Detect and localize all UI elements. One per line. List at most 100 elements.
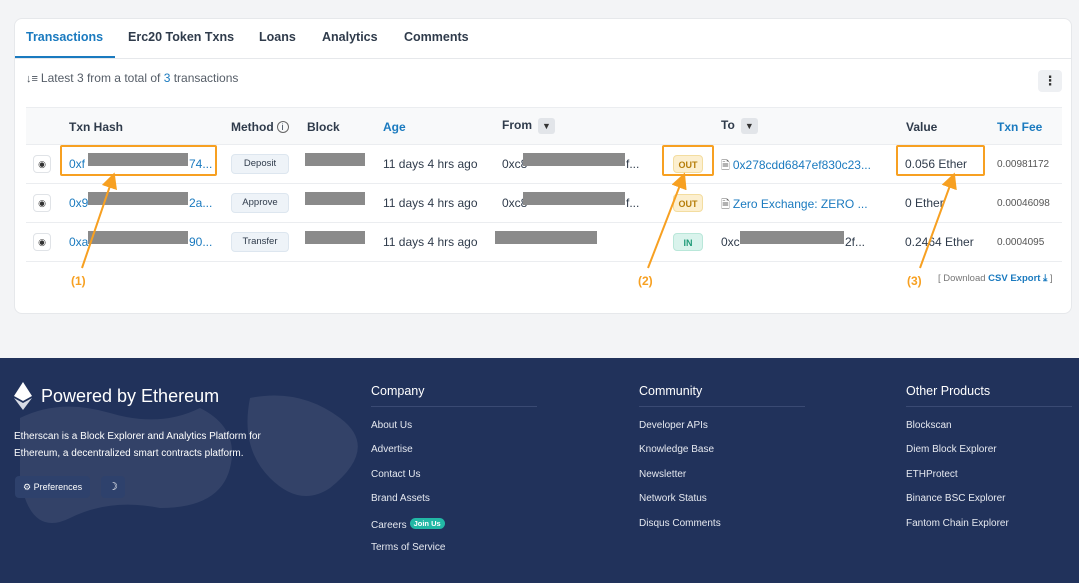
footer-link-developer-apis[interactable]: Developer APIs: [639, 420, 708, 431]
redacted-to: [740, 231, 844, 244]
from-end[interactable]: f...: [626, 157, 639, 171]
highlight-box-value: [896, 145, 985, 176]
from-end[interactable]: f...: [626, 196, 639, 210]
footer-community-title: Community: [639, 384, 703, 398]
csv-export-link[interactable]: CSV Export: [988, 273, 1040, 284]
join-us-badge: Join Us: [409, 518, 445, 529]
column-to: To ▼: [721, 118, 758, 134]
tab-analytics[interactable]: Analytics: [322, 30, 378, 44]
value-amount: 0.2464 Ether: [905, 235, 974, 249]
table-header: Txn Hash Method i Block Age From ▼ To ▼ Val…: [26, 107, 1062, 145]
summary-middle: from a total of: [83, 71, 164, 85]
filter-icon[interactable]: ▼: [740, 118, 758, 134]
callout-label-3: (3): [907, 274, 922, 288]
summary-suffix: transactions: [170, 71, 239, 85]
download-suffix: ]: [1047, 273, 1053, 284]
to-address[interactable]: 🗎 0x278cdd6847ef830c23...: [721, 157, 871, 176]
info-icon[interactable]: i: [276, 121, 289, 133]
txn-hash-start[interactable]: 0xa: [69, 235, 88, 249]
tab-erc20-token-txns[interactable]: Erc20 Token Txns: [128, 30, 234, 44]
column-age[interactable]: Age: [383, 120, 406, 134]
sort-icon: ↓≡: [26, 73, 38, 85]
redacted-hash: [88, 192, 188, 205]
redacted-block: [305, 231, 365, 244]
footer-link-terms-of-service[interactable]: Terms of Service: [371, 542, 445, 553]
direction-badge: IN: [673, 233, 703, 251]
footer-link-fantom-chain-explorer[interactable]: Fantom Chain Explorer: [906, 518, 1009, 529]
to-address[interactable]: 🗎 Zero Exchange: ZERO ...: [721, 196, 868, 215]
tab-bar: Transactions Erc20 Token Txns Loans Anal…: [15, 19, 1071, 59]
footer-divider: [639, 406, 805, 407]
to-address-end[interactable]: 2f...: [845, 235, 865, 249]
eye-icon[interactable]: ◉: [33, 233, 51, 251]
txn-fee-value: 0.00046098: [997, 198, 1050, 209]
download-csv: [ Download CSV Export ⤓ ]: [938, 273, 1053, 284]
redacted-hash: [88, 231, 188, 244]
column-block: Block: [307, 120, 340, 134]
transaction-summary: ↓≡ Latest 3 from a total of 3 transaction…: [26, 71, 238, 85]
redacted-from: [495, 231, 597, 244]
footer-link-knowledge-base[interactable]: Knowledge Base: [639, 444, 714, 455]
footer-products-title: Other Products: [906, 384, 991, 398]
site-footer: Powered by Ethereum Etherscan is a Block…: [0, 358, 1079, 583]
method-badge: Transfer: [231, 232, 289, 252]
to-address-text: 0x278cdd6847ef830c23...: [732, 158, 871, 172]
tab-comments[interactable]: Comments: [404, 30, 469, 44]
footer-link-contact-us[interactable]: Contact Us: [371, 469, 420, 480]
tab-loans[interactable]: Loans: [259, 30, 296, 44]
footer-link-about-us[interactable]: About Us: [371, 420, 412, 431]
footer-link-ethprotect[interactable]: ETHProtect: [906, 469, 958, 480]
column-value: Value: [906, 120, 938, 134]
callout-label-2: (2): [638, 274, 653, 288]
footer-link-disqus-comments[interactable]: Disqus Comments: [639, 518, 721, 529]
footer-link-careers[interactable]: Careers Join Us: [371, 518, 445, 531]
to-address-text: Zero Exchange: ZERO ...: [732, 197, 868, 211]
column-to-label: To: [721, 118, 735, 133]
kebab-menu-icon[interactable]: ⋮: [1038, 70, 1062, 92]
dark-mode-toggle[interactable]: ☽: [101, 476, 125, 498]
footer-link-advertise[interactable]: Advertise: [371, 444, 413, 455]
age-value: 11 days 4 hrs ago: [383, 235, 478, 249]
column-txn-hash: Txn Hash: [69, 120, 124, 134]
age-value: 11 days 4 hrs ago: [383, 157, 478, 171]
ethereum-logo-icon: [14, 382, 32, 410]
method-badge: Deposit: [231, 154, 289, 174]
column-from-label: From: [502, 118, 532, 133]
column-method-label: Method: [231, 120, 274, 134]
column-method: Method i: [231, 120, 289, 134]
eye-icon[interactable]: ◉: [33, 194, 51, 212]
age-value: 11 days 4 hrs ago: [383, 196, 478, 210]
footer-divider: [371, 406, 537, 407]
txn-fee-value: 0.00981172: [997, 159, 1050, 170]
footer-divider: [906, 406, 1072, 407]
txn-hash-start[interactable]: 0x9: [69, 196, 88, 210]
eye-icon[interactable]: ◉: [33, 155, 51, 173]
footer-link-network-status[interactable]: Network Status: [639, 493, 707, 504]
contract-icon: 🗎: [721, 160, 730, 172]
preferences-button[interactable]: ⚙ Preferences: [15, 476, 91, 498]
footer-link-newsletter[interactable]: Newsletter: [639, 469, 686, 480]
contract-icon: 🗎: [721, 199, 730, 211]
footer-link-blockscan[interactable]: Blockscan: [906, 420, 952, 431]
filter-icon[interactable]: ▼: [538, 118, 555, 134]
direction-badge: OUT: [673, 194, 703, 212]
redacted-block: [305, 153, 365, 166]
table-row: ◉ 0xa 90... Transfer 11 days 4 hrs ago I…: [26, 223, 1062, 262]
table-row: ◉ 0x9 2a... Approve 11 days 4 hrs ago 0x…: [26, 184, 1062, 223]
tab-transactions[interactable]: Transactions: [26, 30, 103, 44]
txn-hash-end[interactable]: 90...: [189, 235, 212, 249]
footer-link-brand-assets[interactable]: Brand Assets: [371, 493, 430, 504]
moon-icon: ☽: [108, 481, 118, 493]
footer-link-binance-bsc-explorer[interactable]: Binance BSC Explorer: [906, 493, 1006, 504]
column-from: From ▼: [502, 118, 555, 134]
txn-fee-value: 0.0004095: [997, 237, 1045, 248]
footer-brand: Powered by Ethereum: [41, 386, 220, 406]
footer-description: Etherscan is a Block Explorer and Analyt…: [14, 431, 261, 459]
txn-hash-end[interactable]: 2a...: [189, 196, 212, 210]
redacted-from: [523, 192, 625, 205]
to-address-start[interactable]: 0xc: [721, 235, 740, 249]
summary-shown: 3: [76, 71, 84, 85]
gear-icon: ⚙: [23, 482, 34, 492]
footer-link-diem-block-explorer[interactable]: Diem Block Explorer: [906, 444, 997, 455]
column-txn-fee[interactable]: Txn Fee: [997, 120, 1042, 134]
